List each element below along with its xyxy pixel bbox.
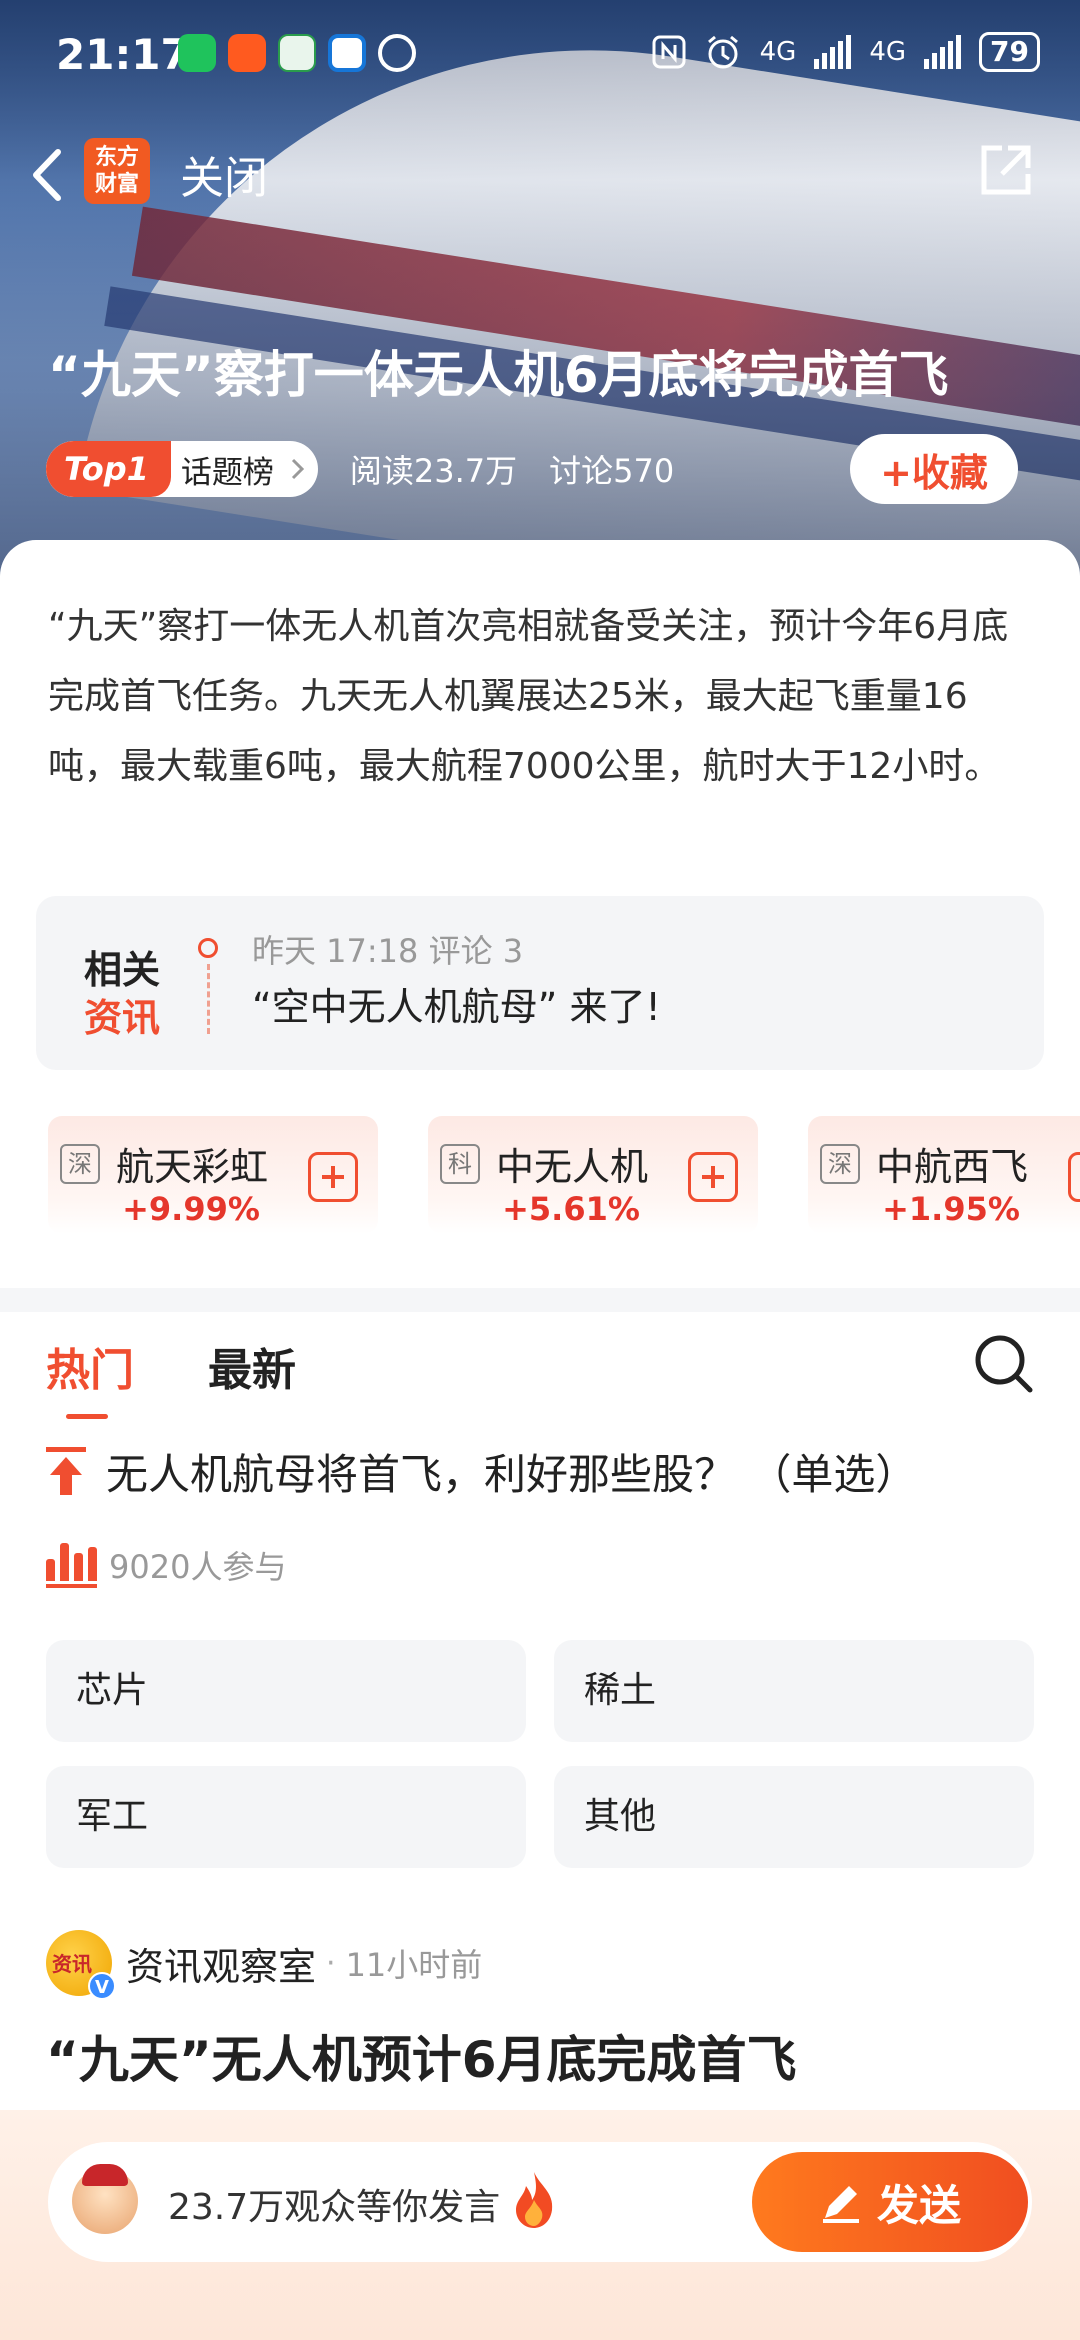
add-watchlist-icon[interactable] bbox=[688, 1152, 738, 1202]
tab-hot[interactable]: 热门 bbox=[46, 1334, 134, 1419]
topic-meta: Top1 话题榜 阅读23.7万 讨论570 bbox=[46, 440, 674, 498]
bank-app-icon bbox=[278, 34, 316, 72]
status-bar: 21:17 4G 4G 79 bbox=[0, 20, 1080, 90]
market-tag: 科 bbox=[440, 1144, 480, 1184]
rank-list-label: 话题榜 bbox=[180, 454, 274, 491]
notification-icons bbox=[178, 34, 416, 72]
stock-card[interactable]: 深 中航西飞 +1.95% bbox=[808, 1116, 1080, 1234]
flame-icon bbox=[516, 2172, 553, 2228]
add-watchlist-icon[interactable] bbox=[308, 1152, 358, 1202]
pencil-icon bbox=[822, 2186, 859, 2223]
mascot-avatar-icon bbox=[72, 2164, 138, 2234]
topic-summary: “九天”察打一体无人机首次亮相就备受关注，预计今年6月底完成首飞任务。九天无人机… bbox=[48, 606, 1009, 787]
post-time: 11小时前 bbox=[345, 1946, 483, 1984]
market-tag: 深 bbox=[820, 1144, 860, 1184]
post-author-row[interactable]: 资讯 V 资讯观察室 · 11小时前 bbox=[46, 1928, 483, 2000]
bar-chart-icon bbox=[46, 1542, 97, 1588]
stock-card[interactable]: 深 航天彩虹 +9.99% bbox=[48, 1116, 378, 1234]
bank-app-icon bbox=[328, 34, 366, 72]
tab-hot-label: 热门 bbox=[46, 1345, 134, 1396]
app-notification-icon bbox=[228, 34, 266, 72]
stock-change: +5.61% bbox=[502, 1190, 640, 1228]
signal-icon bbox=[814, 35, 852, 69]
send-button[interactable]: 发送 bbox=[752, 2152, 1028, 2252]
hero-banner bbox=[0, 0, 1080, 600]
stock-name: 航天彩虹 bbox=[116, 1145, 269, 1189]
poll-option[interactable]: 芯片 bbox=[46, 1640, 526, 1742]
timeline-dot-icon bbox=[198, 938, 218, 958]
logo-text: 东方 bbox=[94, 145, 139, 170]
discussion-count: 讨论570 bbox=[549, 452, 675, 490]
author-name[interactable]: 资讯观察室 bbox=[126, 1936, 316, 1991]
top-nav: 东方 财富 关闭 bbox=[0, 130, 1080, 220]
alarm-icon bbox=[707, 35, 738, 69]
read-count: 阅读23.7万 bbox=[349, 452, 518, 490]
nfc-icon bbox=[652, 35, 686, 69]
speed-icon bbox=[378, 34, 416, 72]
poll-option[interactable]: 军工 bbox=[46, 1766, 526, 1868]
network-type-2: 4G bbox=[869, 37, 907, 67]
section-divider bbox=[0, 1288, 1080, 1312]
related-news-headline[interactable]: “空中无人机航母” 来了! bbox=[252, 976, 661, 1031]
send-label: 发送 bbox=[876, 2180, 961, 2230]
related-news-label: 相关 资讯 bbox=[84, 946, 160, 1042]
post-title[interactable]: “九天”无人机预计6月底完成首飞 bbox=[46, 2020, 797, 2092]
avatar-text: 资讯 bbox=[52, 1952, 92, 1976]
stock-name: 中航西飞 bbox=[876, 1145, 1029, 1189]
signal-icon bbox=[924, 35, 962, 69]
timeline-line bbox=[207, 964, 210, 1034]
participant-count: 9020人参与 bbox=[109, 1548, 287, 1586]
poll-option[interactable]: 稀土 bbox=[554, 1640, 1034, 1742]
chevron-right-icon bbox=[291, 458, 304, 480]
active-tab-indicator bbox=[66, 1414, 108, 1419]
topic-rank-badge[interactable]: Top1 话题榜 bbox=[46, 441, 318, 497]
network-type-1: 4G bbox=[759, 37, 797, 67]
favorite-button[interactable]: +收藏 bbox=[850, 434, 1018, 504]
stock-card[interactable]: 科 中无人机 +5.61% bbox=[428, 1116, 758, 1234]
feed-tabs: 热门 最新 bbox=[0, 1312, 1080, 1422]
hero-overlay bbox=[0, 0, 1080, 600]
search-icon[interactable] bbox=[970, 1330, 1040, 1400]
topic-title: “九天”察打一体无人机6月底将完成首飞 bbox=[48, 346, 949, 404]
battery-indicator: 79 bbox=[979, 32, 1040, 72]
stock-name: 中无人机 bbox=[496, 1145, 649, 1189]
rank-label: Top1 bbox=[46, 441, 171, 497]
verified-icon: V bbox=[88, 1972, 116, 2000]
share-icon[interactable] bbox=[976, 140, 1036, 200]
close-button[interactable]: 关闭 bbox=[180, 142, 268, 206]
tab-latest[interactable]: 最新 bbox=[208, 1334, 296, 1398]
related-stocks: 深 航天彩虹 +9.99% 科 中无人机 +5.61% 深 中航西飞 +1.95… bbox=[48, 1116, 1080, 1236]
logo-text: 财富 bbox=[94, 172, 139, 197]
poll-option[interactable]: 其他 bbox=[554, 1766, 1034, 1868]
related-news-card[interactable]: 相关 资讯 昨天 17:18 评论 3 “空中无人机航母” 来了! bbox=[36, 896, 1044, 1070]
related-label-line-2: 资讯 bbox=[84, 996, 161, 1040]
related-label-line-1: 相关 bbox=[84, 948, 161, 992]
author-avatar[interactable]: 资讯 V bbox=[46, 1930, 116, 2000]
add-watchlist-icon[interactable] bbox=[1068, 1152, 1080, 1202]
comment-placeholder: 23.7万观众等你发言 bbox=[168, 2187, 501, 2228]
separator-dot: · bbox=[326, 1945, 336, 1981]
favorite-label: +收藏 bbox=[880, 450, 988, 495]
status-time: 21:17 bbox=[56, 30, 190, 79]
poll-question: 无人机航母将首飞，利好那些股？ （单选） bbox=[46, 1436, 917, 1506]
stock-change: +1.95% bbox=[882, 1190, 1020, 1228]
back-arrow-icon[interactable] bbox=[22, 140, 82, 210]
poll-question-text: 无人机航母将首飞，利好那些股？ （单选） bbox=[106, 1449, 918, 1499]
related-news-timestamp: 昨天 17:18 评论 3 bbox=[252, 932, 524, 970]
market-tag: 深 bbox=[60, 1144, 100, 1184]
pinned-arrow-icon bbox=[46, 1447, 86, 1495]
poll-participants: 9020人参与 bbox=[46, 1540, 286, 1590]
app-logo: 东方 财富 bbox=[84, 138, 150, 204]
stock-change: +9.99% bbox=[122, 1190, 260, 1228]
wechat-icon bbox=[178, 34, 216, 72]
